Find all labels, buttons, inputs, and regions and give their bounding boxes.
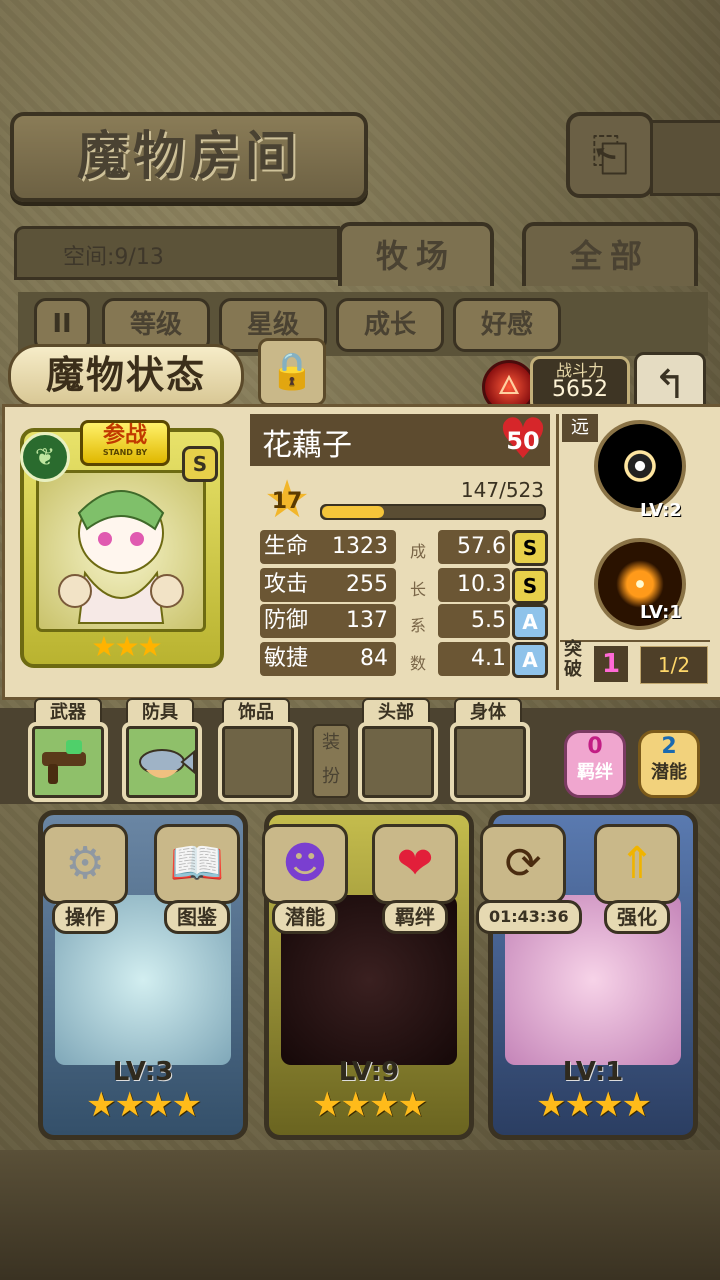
growth-side-label: 成 [409,542,426,561]
rank-badge: S [182,446,218,482]
bond-action-button[interactable]: ❤ 羁绊 [368,824,462,934]
armor-slot[interactable] [122,722,202,802]
operate-label: 操作 [52,900,118,934]
up-arrow-icon: ⇑ [594,824,680,904]
demon-icon: ☻ [262,824,348,904]
encyclopedia-button[interactable]: 📖 图鉴 [150,824,244,934]
growth-value: 57.6 [438,530,510,564]
dress-up-label[interactable]: 装扮 [312,724,350,798]
stat-value: 84 [360,646,388,671]
stat-value: 137 [346,608,388,633]
card-level: LV:1 [562,1057,624,1087]
breakthrough-label: 突破 [564,639,582,680]
page-title: 魔物房间 [76,127,301,187]
grade-badge: A [512,642,548,678]
stat-label: 防御 [264,608,309,633]
stat-row-def: 防御 137 [260,604,396,638]
grade-badge: S [512,568,548,604]
range-tag: 远 [562,414,598,442]
capacity-label: 空间:9/13 [63,245,164,270]
bond-count: 0 [587,734,603,759]
skill-2-level: LV:1 [640,602,682,623]
lock-icon[interactable]: 🔒 [258,338,326,406]
growth-value: 5.5 [438,604,510,638]
standby-label: 参战 [102,423,147,448]
stat-row-atk: 攻击 255 [260,568,396,602]
bond-label: 羁绊 [577,762,613,783]
stat-label: 攻击 [264,572,309,597]
fish-icon [139,749,195,778]
operate-button[interactable]: ⚙ 操作 [38,824,132,934]
standby-badge: 参战 STAND BY [80,420,170,466]
exp-text: 147/523 [460,478,544,502]
potential-button[interactable]: 2 潜能 [638,730,700,798]
portrait-stars: ★★★ [91,630,162,663]
tab-all[interactable]: 全部 [522,222,698,286]
gift-timer: 01:43:36 [476,900,582,934]
card-stars: ★★★★ [536,1085,652,1125]
gift-timer-button[interactable]: ⟳ 01:43:36 [476,824,582,934]
bond-action-label: 羁绊 [382,900,448,934]
back-button[interactable]: ⎗ [566,112,654,198]
monster-portrait[interactable] [36,470,206,632]
grade-badge: A [512,604,548,640]
exp-bar-fill [322,506,384,518]
star-rank: 17 [271,489,303,514]
stat-value: 1323 [332,534,388,559]
water-gun-icon [42,740,86,784]
sort-growth-button[interactable]: 成长 [336,298,444,352]
stat-label: 生命 [264,534,309,559]
card-stars: ★★★★ [312,1085,428,1125]
gift-refresh-icon: ⟳ [480,824,566,904]
monster-name: 花藕子 [262,428,352,463]
breakthrough-progress[interactable]: 1/2 [640,646,708,684]
skill-1-level: LV:2 [640,500,682,521]
enhance-button[interactable]: ⇑ 强化 [590,824,684,934]
body-slot[interactable] [450,722,530,802]
potential-action-button[interactable]: ☻ 潜能 [258,824,352,934]
combat-power-value: 5652 [552,377,608,402]
bottom-frame [0,1150,720,1280]
growth-side-label: 系 [409,616,426,635]
card-level: LV:3 [112,1057,174,1087]
growth-side-label: 长 [409,580,426,599]
monster-level: 50 [506,427,540,455]
potential-count: 2 [661,734,677,759]
bond-button[interactable]: 0 羁绊 [564,730,626,798]
growth-value: 10.3 [438,568,510,602]
right-edge-panel [650,120,720,196]
accessory-slot[interactable] [218,722,298,802]
encyclopedia-label: 图鉴 [164,900,230,934]
leaf-element-icon: ❦ [20,432,70,482]
stat-row-hp: 生命 1323 [260,530,396,564]
card-level: LV:9 [338,1057,400,1087]
capacity-bar: 空间:9/13 [14,226,340,280]
page-title-banner: 魔物房间 [10,112,368,202]
potential-action-label: 潜能 [272,900,338,934]
standby-sub: STAND BY [102,448,148,457]
potential-label: 潜能 [651,762,687,783]
card-stars: ★★★★ [86,1085,202,1125]
grade-badge: S [512,530,548,566]
skill-1-icon[interactable] [594,420,686,512]
tab-ranch[interactable]: 牧场 [338,222,494,286]
stat-label: 敏捷 [264,646,309,671]
gear-icon: ⚙ [42,824,128,904]
book-icon: 📖 [154,824,240,904]
weapon-slot[interactable] [28,722,108,802]
sort-affection-button[interactable]: 好感 [453,298,561,352]
stat-value: 255 [346,572,388,597]
heart-icon: ❤ [372,824,458,904]
stat-row-agi: 敏捷 84 [260,642,396,676]
growth-value: 4.1 [438,642,510,676]
growth-side-label: 数 [409,654,426,673]
breakthrough-value: 1 [594,646,628,682]
enhance-label: 强化 [604,900,670,934]
head-slot[interactable] [358,722,438,802]
status-title: 魔物状态 [8,344,244,408]
